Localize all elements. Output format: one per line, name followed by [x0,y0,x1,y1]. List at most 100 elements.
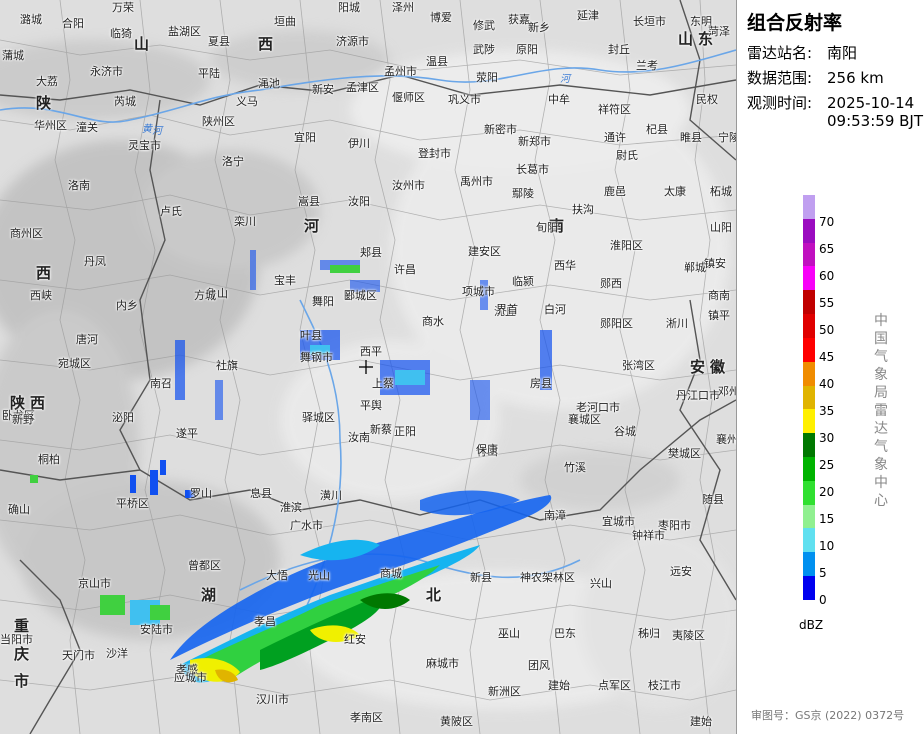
legend-tick-label: 60 [819,269,835,283]
vertical-org-text: 中国气象局雷达气象中心 [874,313,888,509]
city-label: 祥符区 [598,103,631,116]
city-label: 兴山 [590,577,612,590]
city-label: 许昌 [394,263,416,276]
city-label: 淮滨 [280,501,302,514]
city-label: 南召 [150,377,172,390]
legend-swatch [803,266,815,291]
city-label: 黄陂区 [440,715,473,728]
city-label: 温县 [426,55,448,68]
province-label: 湖 [201,586,217,604]
city-label: 郏县 [360,246,382,259]
city-label: 商城 [380,567,402,580]
city-label: 阳城 [338,1,360,14]
city-label: 合阳 [62,17,84,30]
city-label: 罗山 [190,487,212,500]
radar-map[interactable]: 山 西 河 南 陕 西 陕 西 湖 北 重 庆 市 安 徽 山 东 黄 河 河 … [0,0,736,734]
city-label: 杞县 [646,123,668,136]
city-label: 封丘 [608,43,630,56]
city-label: 宁陵 [718,131,736,144]
city-label: 太康 [664,185,686,198]
province-label: 安 [690,358,706,376]
city-label: 万荣 [112,1,134,14]
city-label: 京山市 [78,577,111,590]
city-label: 泌阳 [112,411,134,424]
city-label: 通许 [604,131,626,144]
station-label: 雷达站名: [747,44,813,62]
legend-tick-label: 45 [819,350,835,364]
city-label: 项城市 [462,285,495,298]
city-label: 鹿邑 [604,185,626,198]
legend-tick-label: 40 [819,377,835,391]
legend-swatch [803,195,815,219]
city-label: 巴东 [554,627,576,640]
range-label: 数据范围: [747,69,813,87]
city-label: 睢县 [680,131,702,144]
city-label: 丹江口市 [676,389,720,402]
city-label: 邓州市 [718,385,736,398]
city-label: 永济市 [90,65,123,78]
legend-tick-label: 35 [819,404,835,418]
city-label: 鄢陵 [512,187,534,200]
province-label: 庆 [14,645,30,663]
city-label: 正阳 [394,425,416,438]
city-label: 嵩县 [298,195,320,208]
city-label: 商州区 [10,227,43,240]
legend-swatch [803,290,815,315]
city-label: 新乡 [528,21,550,34]
city-label: 桐柏 [38,453,60,466]
city-label: 西华 [554,259,576,272]
city-label: 获嘉 [508,13,530,26]
city-label: 樊城区 [668,447,701,460]
city-label: 兰考 [636,59,658,72]
city-label: 洛宁 [222,155,244,168]
city-label: 应城市 [174,671,207,684]
city-label: 保康 [476,443,498,456]
province-label: 徽 [710,358,726,376]
city-label: 孟州市 [384,65,417,78]
copyright-text: 审图号：GS京 (2022) 0372号 [751,709,905,722]
time-row: 观测时间: 2025-10-14 [747,92,914,113]
city-label: 垣曲 [274,15,296,28]
legend-tick-label: 0 [819,593,827,607]
city-label: 栾川 [234,215,256,228]
city-label: 临颍 [512,275,534,288]
city-label: 建始 [548,679,570,692]
city-label: 宝丰 [274,274,296,287]
city-label: 扶沟 [572,203,594,216]
city-label: 潼关 [76,121,98,134]
legend-swatch [803,433,815,457]
legend-swatch [803,552,815,576]
city-label: 大悟 [266,569,288,582]
city-label: 渑池 [258,77,280,90]
city-label: 宛城区 [58,357,91,370]
province-label: 北 [426,586,442,604]
city-label: 登封市 [418,147,451,160]
city-label: 陕州区 [202,115,235,128]
city-label: 随县 [702,493,724,506]
city-label: 禹州市 [460,175,493,188]
city-label: 洛南 [68,179,90,192]
city-label: 神农架林区 [520,571,575,584]
city-label: 天门市 [62,649,95,662]
city-label: 义马 [236,95,258,108]
legend-tick-label: 30 [819,431,835,445]
city-label: 灵宝市 [128,139,161,152]
range-value: 256 km [827,69,884,87]
city-label: 麻城市 [426,657,459,670]
province-label: 陕 [36,94,52,112]
city-label: 商南 [708,289,730,302]
city-label: 荥阳 [476,71,498,84]
city-label: 潢川 [320,489,342,502]
city-label: 淮阳区 [610,239,643,252]
city-label: 中牟 [548,93,570,106]
city-label: 新洲区 [488,685,521,698]
legend-swatch [803,528,815,553]
legend-swatch [803,456,815,481]
city-label: 山阳 [710,221,732,234]
city-label: 白河 [544,303,566,316]
city-label: 南漳 [544,509,566,522]
city-label: 张湾区 [622,359,655,372]
city-label: 沙洋 [106,647,128,660]
city-label: 偃师区 [392,91,425,104]
province-label: 西 [36,264,52,282]
